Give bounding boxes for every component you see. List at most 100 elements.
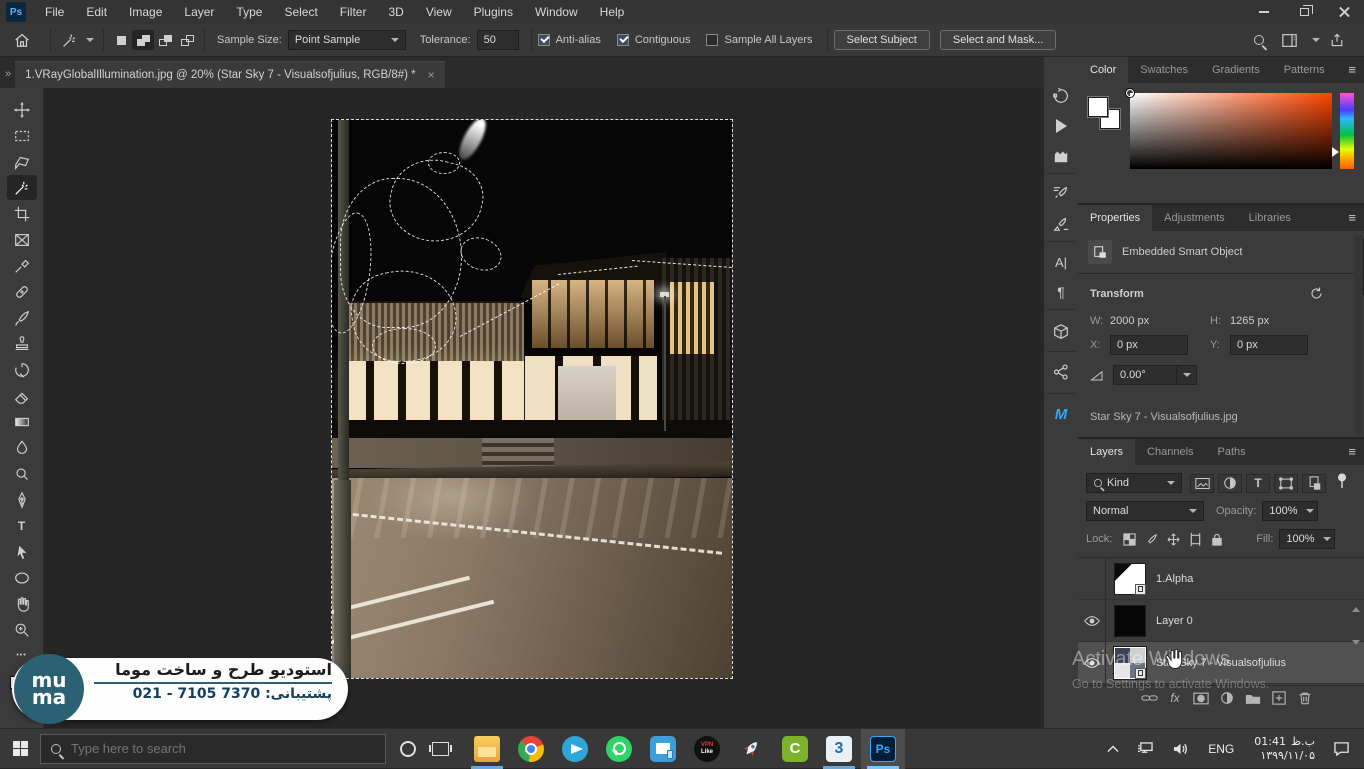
sample-size-dropdown[interactable]: Point Sample: [288, 30, 406, 50]
close-button[interactable]: [1324, 0, 1364, 24]
layer-thumbnail[interactable]: [1114, 647, 1146, 679]
taskbar-3ds-max[interactable]: 3: [817, 729, 861, 769]
share-3d-panel-button[interactable]: [1044, 359, 1078, 385]
brush-tool[interactable]: [7, 305, 37, 330]
tool-preset-button[interactable]: [57, 27, 97, 53]
filter-adjustment-layers-button[interactable]: [1218, 474, 1242, 493]
crop-tool[interactable]: [7, 201, 37, 226]
new-adjustment-layer-button[interactable]: [1214, 691, 1240, 705]
document-canvas[interactable]: [332, 120, 732, 678]
task-view-button[interactable]: [432, 742, 449, 756]
tab-libraries[interactable]: Libraries: [1237, 205, 1303, 231]
m-plugin-panel-button[interactable]: M: [1044, 401, 1078, 427]
panel-menu-icon[interactable]: ≡: [1348, 62, 1356, 77]
workspace-switcher-button[interactable]: [1274, 27, 1304, 53]
search-button[interactable]: [1244, 27, 1274, 53]
delete-layer-button[interactable]: [1292, 691, 1318, 705]
visibility-toggle[interactable]: [1078, 558, 1106, 600]
filter-shape-layers-button[interactable]: [1274, 474, 1298, 493]
menu-type[interactable]: Type: [225, 0, 273, 24]
tab-adjustments[interactable]: Adjustments: [1152, 205, 1237, 231]
properties-scrollbar[interactable]: [1354, 235, 1362, 435]
taskbar-search[interactable]: [40, 734, 386, 764]
contiguous-checkbox[interactable]: Contiguous: [617, 34, 691, 46]
add-layer-mask-button[interactable]: [1188, 692, 1214, 705]
gradient-tool[interactable]: [7, 409, 37, 434]
brush-settings-panel-button[interactable]: [1044, 181, 1078, 207]
filter-toggle-pin[interactable]: [1336, 473, 1348, 494]
close-document-icon[interactable]: ×: [428, 68, 435, 82]
filter-smart-objects-button[interactable]: [1302, 474, 1326, 493]
tab-layers[interactable]: Layers: [1078, 439, 1135, 465]
lock-artboard-button[interactable]: [1186, 531, 1204, 547]
menu-filter[interactable]: Filter: [329, 0, 378, 24]
type-tool[interactable]: T: [7, 513, 37, 538]
blur-tool[interactable]: [7, 435, 37, 460]
taskbar-camtasia[interactable]: C: [773, 729, 817, 769]
history-brush-tool[interactable]: [7, 357, 37, 382]
sample-all-layers-checkbox[interactable]: Sample All Layers: [706, 34, 812, 46]
hand-tool[interactable]: [7, 591, 37, 616]
paragraph-panel-button[interactable]: ¶: [1044, 279, 1078, 305]
tab-patterns[interactable]: Patterns: [1272, 57, 1337, 83]
start-button[interactable]: [0, 729, 40, 769]
history-panel-button[interactable]: [1044, 83, 1078, 109]
home-button[interactable]: [0, 27, 44, 53]
3d-panel-button[interactable]: [1044, 319, 1078, 345]
tab-channels[interactable]: Channels: [1135, 439, 1205, 465]
eraser-tool[interactable]: [7, 383, 37, 408]
dodge-tool[interactable]: [7, 461, 37, 486]
network-icon[interactable]: [1137, 742, 1154, 756]
lock-pixels-button[interactable]: [1142, 531, 1160, 547]
tray-expand-button[interactable]: [1107, 745, 1119, 753]
restore-button[interactable]: [1284, 0, 1324, 24]
character-panel-button[interactable]: A|: [1044, 249, 1078, 275]
fill-dropdown[interactable]: 100%: [1279, 529, 1335, 549]
document-tab[interactable]: 1.VRayGlobalIllumination.jpg @ 20% (Star…: [15, 61, 445, 88]
layer-effects-button[interactable]: fx: [1162, 691, 1188, 705]
collapse-panels-icon[interactable]: »: [5, 68, 11, 80]
menu-plugins[interactable]: Plugins: [463, 0, 524, 24]
select-subject-button[interactable]: Select Subject: [834, 30, 930, 50]
hue-slider[interactable]: [1340, 93, 1354, 169]
scroll-down-icon[interactable]: [1352, 640, 1360, 645]
layer-thumbnail[interactable]: [1114, 563, 1146, 595]
move-tool[interactable]: [7, 97, 37, 122]
new-layer-button[interactable]: [1266, 691, 1292, 705]
visibility-toggle[interactable]: [1078, 642, 1106, 684]
frame-tool[interactable]: [7, 227, 37, 252]
menu-view[interactable]: View: [415, 0, 463, 24]
new-selection-button[interactable]: [110, 30, 132, 50]
menu-3d[interactable]: 3D: [377, 0, 414, 24]
taskbar-whatsapp[interactable]: [597, 729, 641, 769]
menu-help[interactable]: Help: [589, 0, 636, 24]
taskbar-file-explorer[interactable]: [465, 729, 509, 769]
magic-wand-tool[interactable]: [7, 175, 37, 200]
layers-scrollbar[interactable]: [1352, 607, 1360, 645]
color-swatches[interactable]: [1088, 97, 1122, 131]
layer-thumbnail[interactable]: [1114, 605, 1146, 637]
eyedropper-tool[interactable]: [7, 253, 37, 278]
tab-properties[interactable]: Properties: [1078, 205, 1152, 231]
taskbar-rocket-app[interactable]: [729, 729, 773, 769]
taskbar-vpn-app[interactable]: VPN Like: [685, 729, 729, 769]
zoom-tool[interactable]: [7, 617, 37, 642]
panel-menu-icon[interactable]: ≡: [1348, 210, 1356, 225]
clone-stamp-tool[interactable]: [7, 331, 37, 356]
tolerance-input[interactable]: 50: [477, 30, 519, 50]
scroll-up-icon[interactable]: [1352, 607, 1360, 612]
menu-image[interactable]: Image: [118, 0, 173, 24]
filter-type-layers-button[interactable]: T: [1246, 474, 1270, 493]
taskbar-photoshop[interactable]: Ps: [861, 729, 905, 769]
select-and-mask-button[interactable]: Select and Mask...: [940, 30, 1057, 50]
tab-color[interactable]: Color: [1078, 57, 1128, 83]
shape-tool[interactable]: [7, 565, 37, 590]
saturation-brightness-field[interactable]: [1130, 93, 1332, 169]
marquee-tool[interactable]: [7, 123, 37, 148]
menu-layer[interactable]: Layer: [173, 0, 225, 24]
layer-name[interactable]: Layer 0: [1156, 615, 1193, 627]
layer-name[interactable]: 1.Alpha: [1156, 573, 1193, 585]
search-input[interactable]: [71, 741, 331, 756]
layer-filter-kind-dropdown[interactable]: Kind: [1086, 473, 1182, 493]
menu-window[interactable]: Window: [524, 0, 589, 24]
